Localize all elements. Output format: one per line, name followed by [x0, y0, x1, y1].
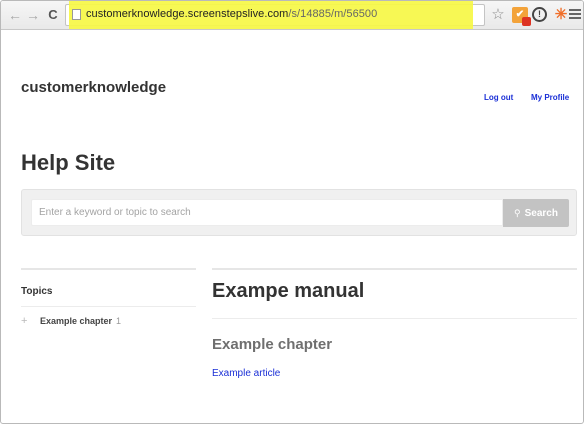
- forward-arrow-icon[interactable]: →: [25, 7, 41, 23]
- page-icon: [72, 9, 81, 20]
- sidebar-item-count: 1: [116, 316, 122, 326]
- search-bar: ⚲Search: [21, 189, 577, 236]
- brand-logo[interactable]: customerknowledge: [21, 79, 166, 96]
- url-path: /s/14885/m/56500: [288, 8, 378, 20]
- extension-orange-icon[interactable]: ✔: [512, 7, 531, 26]
- plus-icon[interactable]: +: [21, 315, 35, 327]
- extension-badge-icon: [522, 17, 531, 26]
- chapter-title[interactable]: Example chapter: [212, 336, 332, 353]
- topics-heading: Topics: [21, 286, 53, 297]
- article-link[interactable]: Example article: [212, 368, 280, 379]
- main-divider: [212, 268, 577, 270]
- browser-toolbar: ← → C customerknowledge.screenstepslive.…: [1, 1, 583, 30]
- page-title: Help Site: [21, 150, 116, 175]
- my-profile-link[interactable]: My Profile: [531, 93, 569, 102]
- back-arrow-icon[interactable]: ←: [7, 7, 23, 23]
- hubspot-icon[interactable]: ✳: [553, 7, 569, 23]
- address-url[interactable]: customerknowledge.screenstepslive.com/s/…: [86, 8, 377, 20]
- reload-icon[interactable]: C: [45, 7, 61, 23]
- url-host: customerknowledge.screenstepslive.com: [86, 8, 289, 20]
- extension-circle-icon[interactable]: !: [532, 7, 547, 22]
- star-icon[interactable]: ☆: [490, 7, 506, 23]
- search-button-label: Search: [524, 208, 558, 219]
- logout-link[interactable]: Log out: [484, 93, 513, 102]
- manual-divider: [212, 318, 577, 319]
- manual-title: Exampe manual: [212, 280, 365, 302]
- topics-divider: [21, 306, 196, 307]
- browser-window: ← → C customerknowledge.screenstepslive.…: [0, 0, 584, 424]
- search-button[interactable]: ⚲ Search: [503, 199, 569, 227]
- sidebar-divider: [21, 268, 196, 270]
- sidebar-item-example-chapter[interactable]: + Example chapter 1: [21, 315, 121, 329]
- sidebar-item-label[interactable]: Example chapter: [40, 316, 112, 326]
- search-icon: ⚲: [514, 208, 521, 218]
- menu-icon[interactable]: [569, 7, 581, 23]
- search-input[interactable]: [31, 199, 503, 226]
